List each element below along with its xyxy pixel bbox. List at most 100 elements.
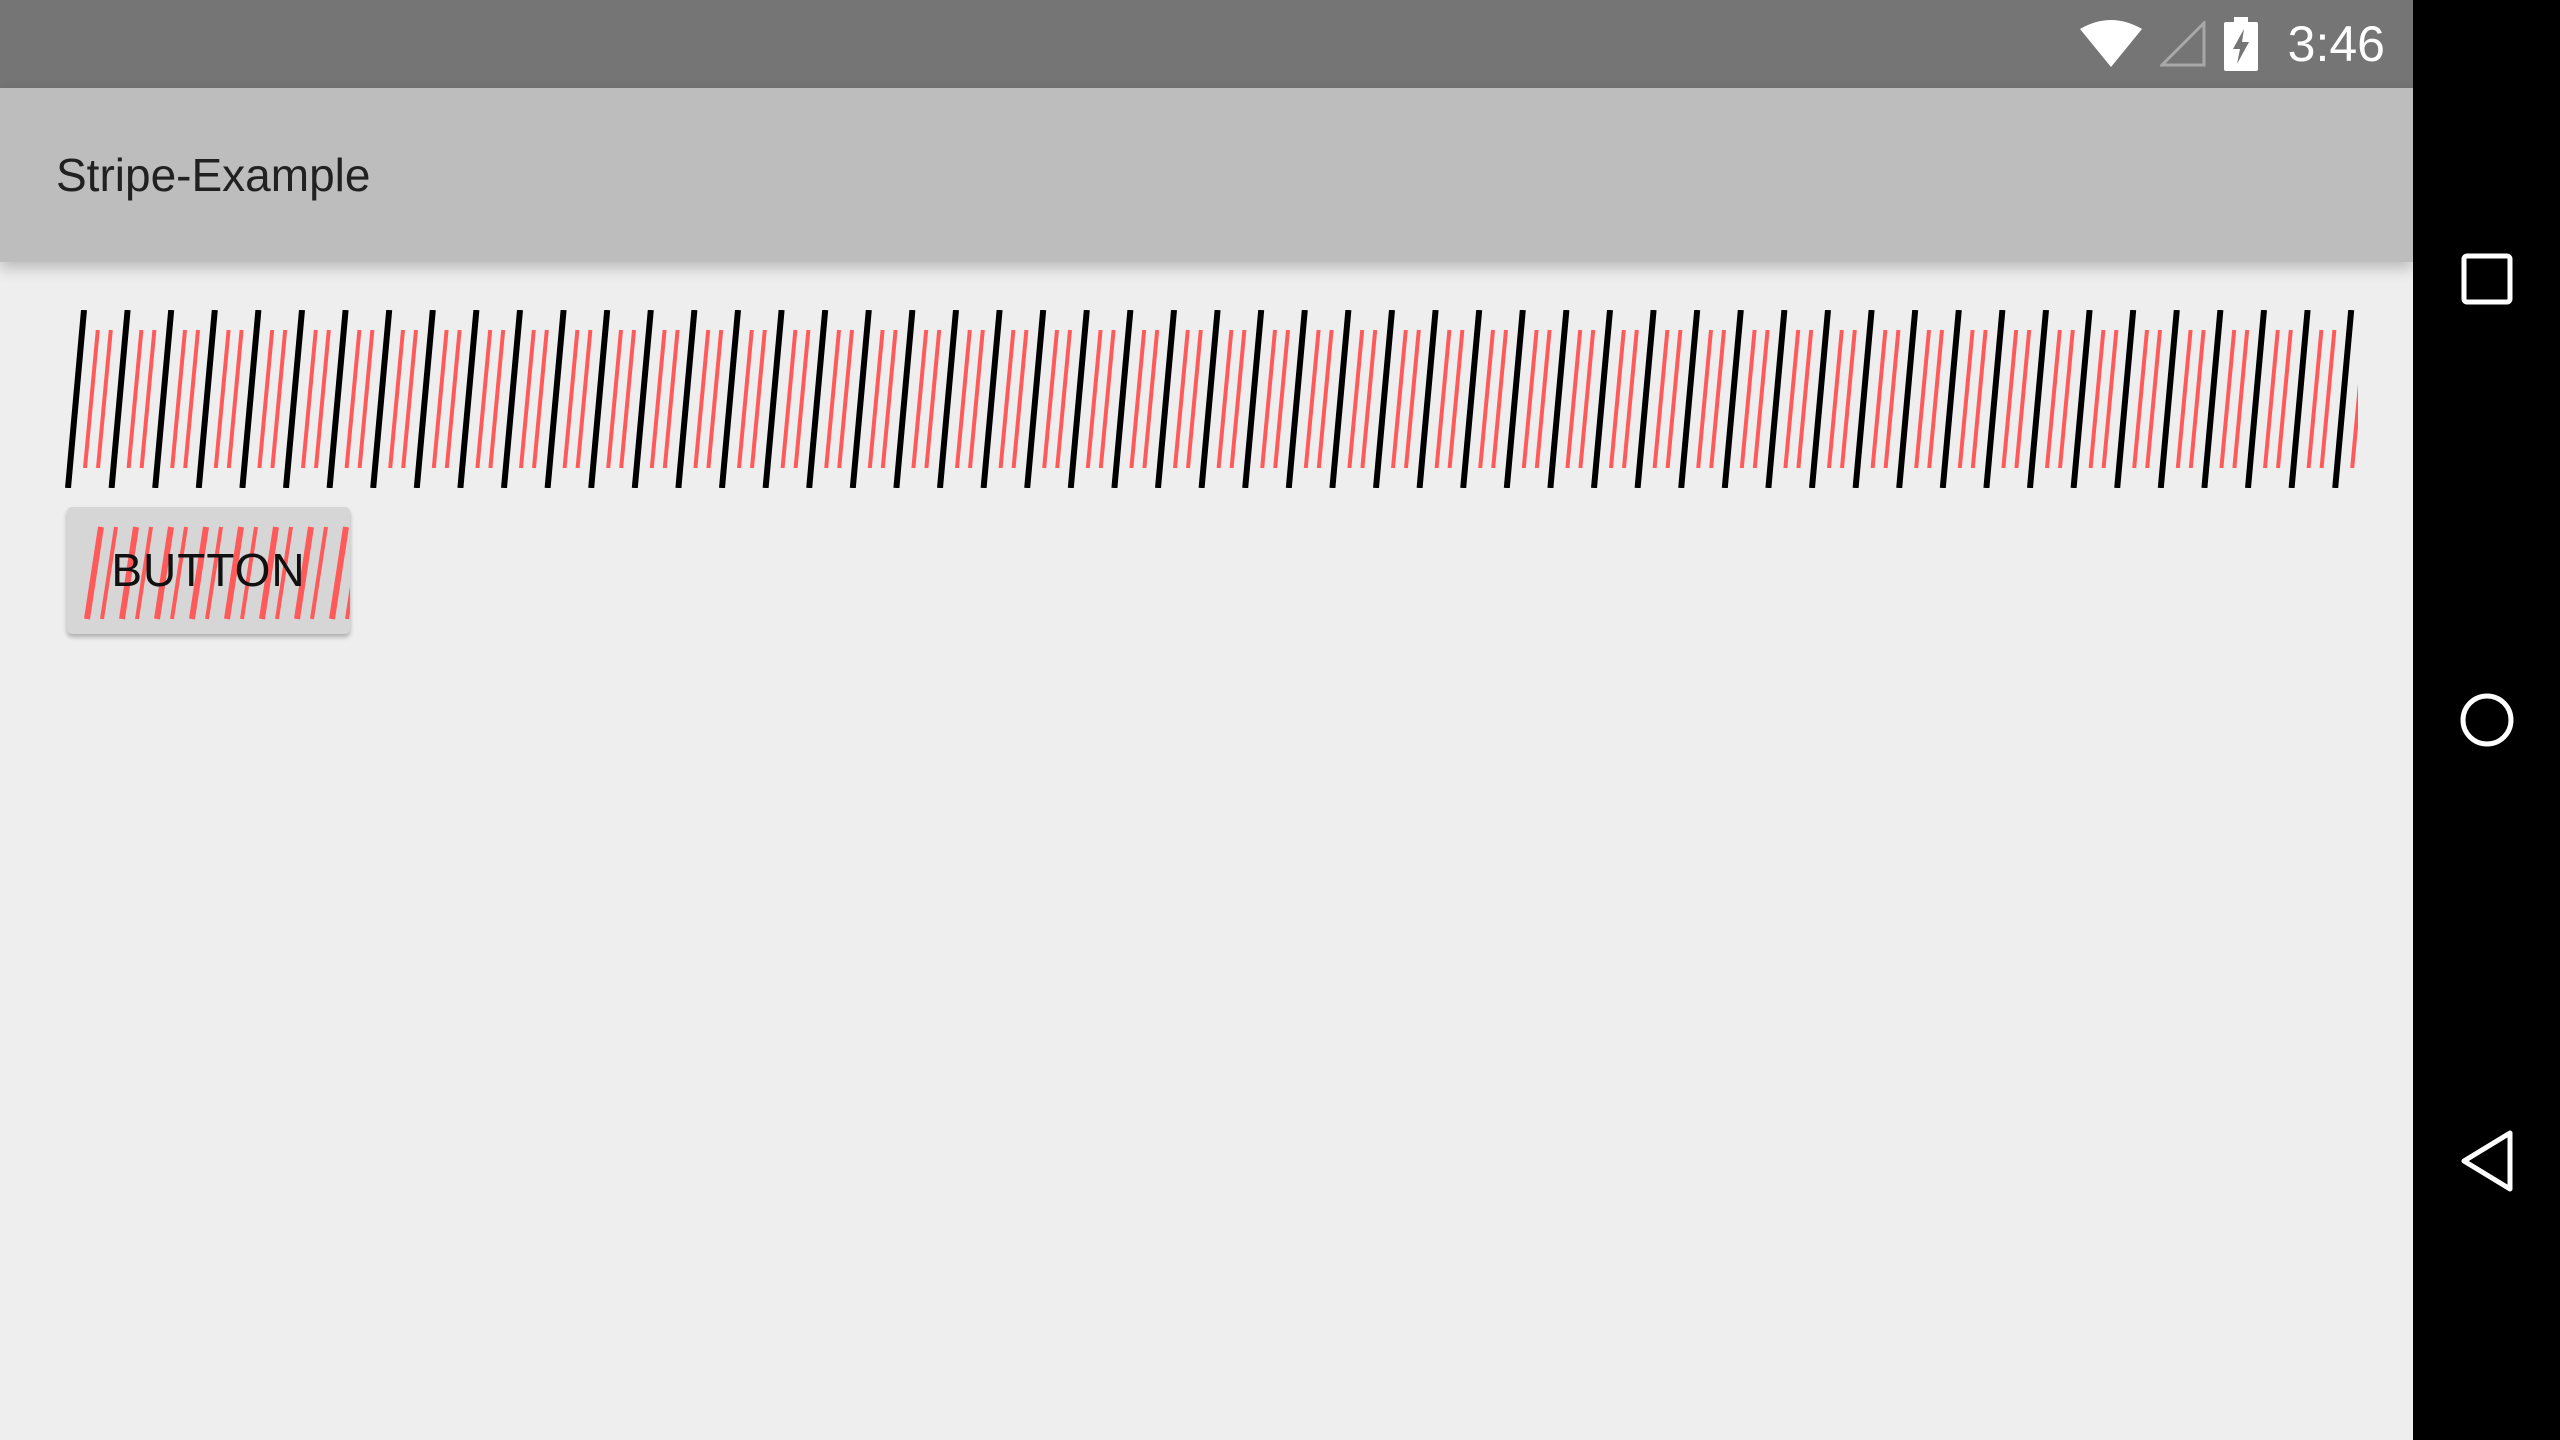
back-button[interactable] <box>2413 1087 2560 1234</box>
thin-stripe <box>1652 329 1670 469</box>
thick-stripe <box>2114 310 2137 488</box>
navigation-bar <box>2413 0 2560 1440</box>
thick-stripe <box>457 310 480 488</box>
thin-stripe <box>1927 329 1944 469</box>
thin-stripe <box>1957 329 1975 469</box>
thin-stripe <box>1709 329 1726 469</box>
thick-stripe <box>2070 310 2093 488</box>
thin-stripe <box>213 329 231 469</box>
thick-stripe <box>1155 310 1177 488</box>
thin-stripe <box>1622 329 1639 469</box>
thin-stripe <box>2219 329 2237 469</box>
thin-stripe <box>1173 329 1190 469</box>
thick-stripe <box>65 310 87 488</box>
thin-stripe <box>2319 329 2337 469</box>
thin-stripe <box>1404 329 1421 469</box>
thin-stripe <box>793 329 811 469</box>
thin-stripe <box>2058 329 2075 469</box>
thin-stripe <box>301 329 318 469</box>
thin-stripe <box>2188 329 2206 469</box>
thick-stripe <box>762 310 785 488</box>
thin-stripe <box>1739 329 1757 469</box>
thick-stripe <box>806 310 829 488</box>
thin-stripe <box>488 329 506 469</box>
thin-stripe <box>357 329 375 469</box>
thin-stripe <box>824 329 841 469</box>
thin-stripe <box>1696 329 1713 469</box>
thin-stripe <box>1347 329 1365 469</box>
thin-stripe <box>2306 329 2324 469</box>
thick-stripe <box>195 310 218 488</box>
home-icon <box>2460 693 2513 746</box>
thin-stripe <box>2045 329 2062 469</box>
thick-stripe <box>108 310 131 488</box>
thin-stripe <box>1216 329 1234 469</box>
thin-stripe <box>270 329 288 469</box>
thin-stripe <box>575 329 593 469</box>
thick-stripe <box>501 310 523 488</box>
striped-view <box>56 310 2358 488</box>
thick-stripe <box>1983 310 2006 488</box>
thin-stripe <box>737 329 754 469</box>
striped-button[interactable]: BUTTON <box>67 507 350 634</box>
thick-stripe <box>283 310 305 488</box>
thin-stripe <box>532 329 549 469</box>
thin-stripe <box>2132 329 2149 469</box>
thick-stripe <box>1329 310 1352 488</box>
thin-stripe <box>126 329 144 469</box>
thin-stripe <box>1827 329 1844 469</box>
thin-stripe <box>170 329 187 469</box>
thin-stripe <box>1883 329 1901 469</box>
thin-stripe <box>1260 329 1277 469</box>
status-icons: 3:46 <box>2079 0 2385 88</box>
thin-stripe <box>2263 329 2280 469</box>
thick-stripe <box>2245 310 2267 488</box>
thick-stripe <box>893 310 916 488</box>
thin-stripe <box>968 329 985 469</box>
thin-stripe <box>2350 383 2358 469</box>
thick-stripe <box>152 310 175 488</box>
thin-stripe <box>1534 329 1552 469</box>
thin-stripe <box>1360 329 1378 469</box>
thin-stripe <box>1098 329 1116 469</box>
thin-stripe <box>955 329 972 469</box>
thick-stripe <box>370 310 393 488</box>
thick-stripe <box>1285 310 1308 488</box>
thin-stripe <box>998 329 1016 469</box>
thin-stripe <box>2014 329 2032 469</box>
thick-stripe <box>937 310 959 488</box>
thick-stripe <box>1547 310 1570 488</box>
thick-stripe <box>980 310 1003 488</box>
thick-stripe <box>1460 310 1483 488</box>
thick-stripe <box>2157 310 2180 488</box>
back-icon <box>2461 1130 2512 1191</box>
thick-stripe <box>1067 310 1090 488</box>
thick-stripe <box>2332 310 2355 488</box>
thin-stripe <box>1783 329 1801 469</box>
status-time: 3:46 <box>2287 16 2385 72</box>
thin-stripe <box>314 329 331 469</box>
home-button[interactable] <box>2413 646 2560 793</box>
thin-stripe <box>401 329 418 469</box>
battery-charging-icon <box>2223 17 2258 71</box>
thin-stripe <box>2088 329 2106 469</box>
thin-stripe <box>1478 329 1495 469</box>
thin-stripe <box>1229 329 1247 469</box>
thick-stripe <box>588 310 611 488</box>
thin-stripe <box>1447 329 1465 469</box>
thick-stripe <box>544 310 567 488</box>
thin-stripe <box>431 329 449 469</box>
thin-stripe <box>2001 329 2019 469</box>
thin-stripe <box>867 329 885 469</box>
thick-stripe <box>1111 310 1134 488</box>
thin-stripe <box>475 329 493 469</box>
thick-stripe <box>1939 310 1962 488</box>
thick-stripe <box>1678 310 1701 488</box>
thin-stripe <box>1491 329 1508 469</box>
thin-stripe <box>1521 329 1539 469</box>
thin-stripe <box>257 329 275 469</box>
thin-stripe <box>388 329 405 469</box>
thick-stripe <box>1373 310 1395 488</box>
recents-button[interactable] <box>2413 205 2560 352</box>
thick-stripe <box>1591 310 1613 488</box>
